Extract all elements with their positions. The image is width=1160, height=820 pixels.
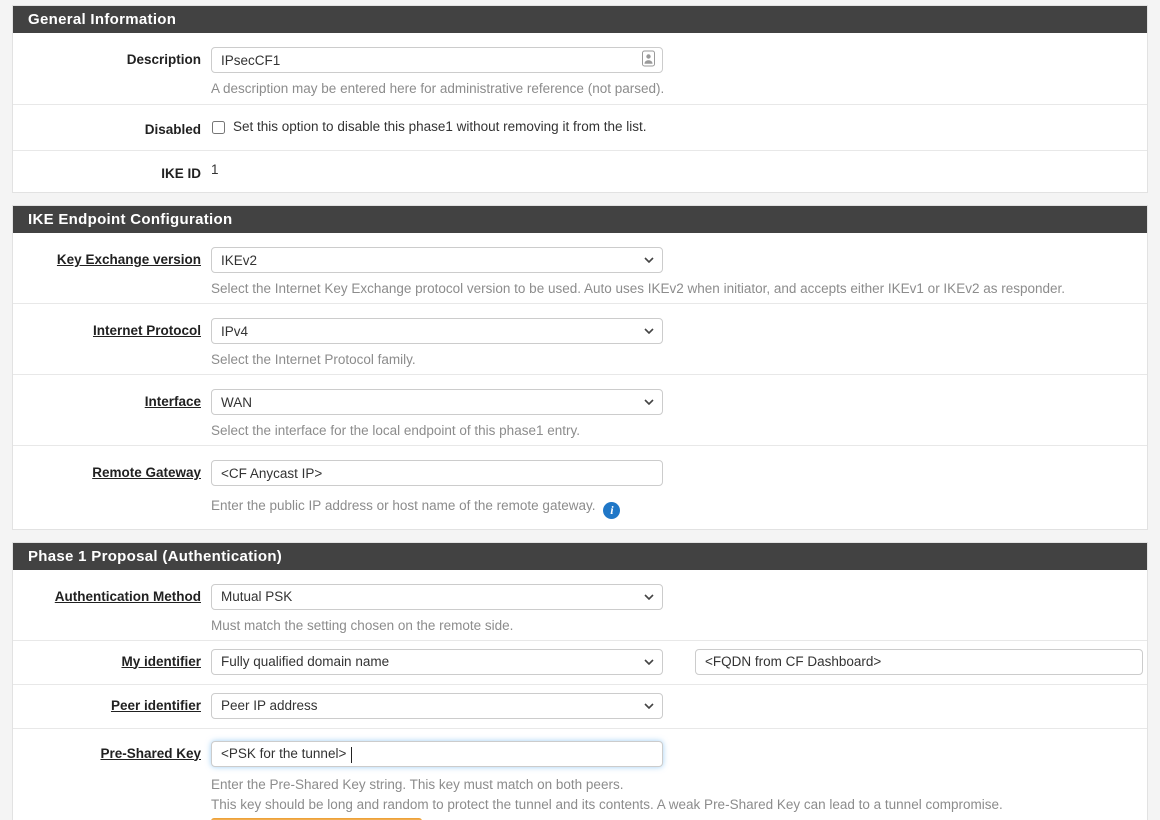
peer-identifier-type-select[interactable]: Peer IP address	[211, 693, 663, 719]
section-title: General Information	[13, 6, 1147, 33]
remote-gateway-label: Remote Gateway	[13, 460, 201, 481]
remote-gateway-help-text: Enter the public IP address or host name…	[211, 498, 595, 513]
ike-id-label: IKE ID	[13, 161, 201, 182]
description-label: Description	[13, 47, 201, 68]
form-row-my-identifier: My identifier Fully qualified domain nam…	[13, 641, 1147, 685]
description-help-text: A description may be entered here for ad…	[211, 79, 1143, 99]
section-title: IKE Endpoint Configuration	[13, 206, 1147, 233]
key-exchange-version-select[interactable]: IKEv2	[211, 247, 663, 273]
form-row-key-exchange-version: Key Exchange version IKEv2 Select the In…	[13, 233, 1147, 304]
my-identifier-type-select[interactable]: Fully qualified domain name	[211, 649, 663, 675]
form-row-peer-identifier: Peer identifier Peer IP address	[13, 685, 1147, 729]
disabled-checkbox-label[interactable]: Set this option to disable this phase1 w…	[233, 117, 646, 137]
key-exchange-version-help-text: Select the Internet Key Exchange protoco…	[211, 279, 1143, 299]
pre-shared-key-input[interactable]	[211, 741, 663, 767]
form-row-ike-id: IKE ID 1	[13, 151, 1147, 192]
form-row-disabled: Disabled Set this option to disable this…	[13, 105, 1147, 151]
key-exchange-version-label: Key Exchange version	[13, 247, 201, 268]
pre-shared-key-label: Pre-Shared Key	[13, 741, 201, 762]
ipsec-phase1-form: General Information Description A descri…	[0, 0, 1160, 820]
my-identifier-label: My identifier	[13, 649, 201, 670]
authentication-method-help-text: Must match the setting chosen on the rem…	[211, 616, 1143, 636]
ike-id-value: 1	[211, 161, 1143, 179]
remote-gateway-input[interactable]	[211, 460, 663, 486]
pre-shared-key-help-text: Enter the Pre-Shared Key string. This ke…	[211, 775, 1143, 795]
disabled-checkbox[interactable]	[212, 121, 225, 134]
form-row-remote-gateway: Remote Gateway Enter the public IP addre…	[13, 446, 1147, 529]
internet-protocol-label: Internet Protocol	[13, 318, 201, 339]
panel-general-information: General Information Description A descri…	[12, 5, 1148, 193]
form-row-interface: Interface WAN Select the interface for t…	[13, 375, 1147, 446]
panel-phase1-proposal-authentication: Phase 1 Proposal (Authentication) Authen…	[12, 542, 1148, 820]
authentication-method-label: Authentication Method	[13, 584, 201, 605]
peer-identifier-label: Peer identifier	[13, 693, 201, 714]
authentication-method-select[interactable]: Mutual PSK	[211, 584, 663, 610]
panel-ike-endpoint-configuration: IKE Endpoint Configuration Key Exchange …	[12, 205, 1148, 530]
internet-protocol-help-text: Select the Internet Protocol family.	[211, 350, 1143, 370]
description-input[interactable]	[211, 47, 663, 73]
interface-select[interactable]: WAN	[211, 389, 663, 415]
form-row-authentication-method: Authentication Method Mutual PSK Must ma…	[13, 570, 1147, 641]
internet-protocol-select[interactable]: IPv4	[211, 318, 663, 344]
info-circle-icon[interactable]: i	[603, 502, 620, 519]
autofill-icon[interactable]	[642, 51, 655, 70]
form-row-description: Description A description may be entered…	[13, 33, 1147, 105]
interface-label: Interface	[13, 389, 201, 410]
pre-shared-key-warning-text: This key should be long and random to pr…	[211, 795, 1143, 815]
form-row-pre-shared-key: Pre-Shared Key Enter the Pre-Shared Key …	[13, 729, 1147, 820]
interface-help-text: Select the interface for the local endpo…	[211, 421, 1143, 441]
disabled-label: Disabled	[13, 117, 201, 138]
section-title: Phase 1 Proposal (Authentication)	[13, 543, 1147, 570]
my-identifier-value-input[interactable]	[695, 649, 1143, 675]
form-row-internet-protocol: Internet Protocol IPv4 Select the Intern…	[13, 304, 1147, 375]
text-cursor	[351, 747, 352, 763]
